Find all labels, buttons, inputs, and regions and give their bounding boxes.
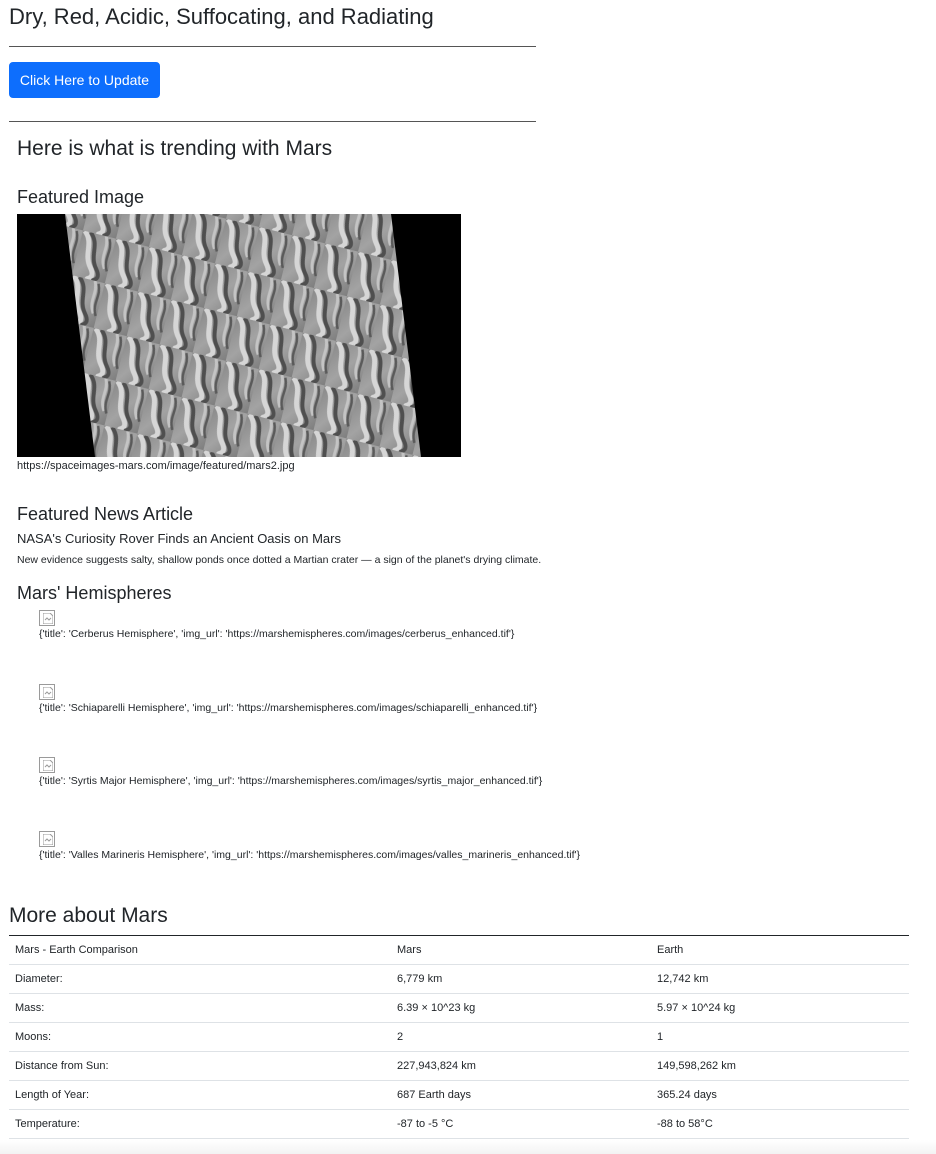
hemisphere-text: {'title': 'Cerberus Hemisphere', 'img_ur… [39, 628, 515, 640]
news-title: NASA's Curiosity Rover Finds an Ancient … [17, 531, 341, 546]
broken-image-icon [39, 610, 55, 626]
table-cell: -87 to -5 °C [391, 1109, 651, 1139]
table-cell: 6.39 × 10^23 kg [391, 993, 651, 1023]
page-title: Dry, Red, Acidic, Suffocating, and Radia… [9, 4, 434, 29]
news-teaser: New evidence suggests salty, shallow pon… [17, 554, 542, 566]
broken-image-icon [39, 831, 55, 847]
facts-title: More about Mars [9, 904, 168, 927]
table-cell: Mass: [9, 993, 391, 1023]
hemisphere-item: {'title': 'Cerberus Hemisphere', 'img_ur… [39, 610, 679, 650]
divider [9, 121, 536, 122]
featured-image-heading: Featured Image [17, 187, 145, 207]
hemisphere-item: {'title': 'Syrtis Major Hemisphere', 'im… [39, 757, 679, 797]
hemisphere-item: {'title': 'Schiaparelli Hemisphere', 'im… [39, 684, 679, 724]
table-cell: 2 [391, 1022, 651, 1052]
hemisphere-text: {'title': 'Schiaparelli Hemisphere', 'im… [39, 702, 538, 714]
featured-news-heading: Featured News Article [17, 504, 194, 524]
hemisphere-text: {'title': 'Syrtis Major Hemisphere', 'im… [39, 775, 543, 787]
table-cell: Earth [651, 935, 909, 965]
trending-title: Here is what is trending with Mars [17, 137, 333, 160]
table-cell: 149,598,262 km [651, 1051, 909, 1081]
table-cell: 5.97 × 10^24 kg [651, 993, 909, 1023]
table-row: Mass: 6.39 × 10^23 kg 5.97 × 10^24 kg [9, 993, 909, 1023]
table-cell: 227,943,824 km [391, 1051, 651, 1081]
table-cell: Distance from Sun: [9, 1051, 391, 1081]
table-row: Length of Year: 687 Earth days 365.24 da… [9, 1080, 909, 1110]
hemisphere-text: {'title': 'Valles Marineris Hemisphere',… [39, 849, 581, 861]
table-cell: Mars [391, 935, 651, 965]
update-button[interactable]: Click Here to Update [9, 62, 160, 98]
hemispheres-heading: Mars' Hemispheres [17, 583, 172, 603]
divider [9, 46, 536, 47]
featured-image [17, 214, 461, 457]
broken-image-icon [39, 684, 55, 700]
mars-earth-table: Mars - Earth Comparison Mars Earth Diame… [9, 935, 909, 1139]
table-row: Mars - Earth Comparison Mars Earth [9, 935, 909, 965]
table-row: Distance from Sun: 227,943,824 km 149,59… [9, 1051, 909, 1081]
table-cell: Temperature: [9, 1109, 391, 1139]
table-cell: Diameter: [9, 964, 391, 994]
table-cell: Length of Year: [9, 1080, 391, 1110]
table-cell: Moons: [9, 1022, 391, 1052]
bottom-fade [0, 1140, 936, 1154]
table-cell: -88 to 58°C [651, 1109, 909, 1139]
table-cell: 365.24 days [651, 1080, 909, 1110]
table-row: Diameter: 6,779 km 12,742 km [9, 964, 909, 994]
table-cell: Mars - Earth Comparison [9, 935, 391, 965]
broken-image-icon [39, 757, 55, 773]
page: Dry, Red, Acidic, Suffocating, and Radia… [0, 0, 936, 1154]
table-cell: 6,779 km [391, 964, 651, 994]
featured-image-url: https://spaceimages-mars.com/image/featu… [17, 460, 295, 472]
table-cell: 12,742 km [651, 964, 909, 994]
hemisphere-item: {'title': 'Valles Marineris Hemisphere',… [39, 831, 679, 871]
table-cell: 687 Earth days [391, 1080, 651, 1110]
mars-dunes-image [17, 214, 461, 457]
table-row: Moons: 2 1 [9, 1022, 909, 1052]
table-row: Temperature: -87 to -5 °C -88 to 58°C [9, 1109, 909, 1139]
table-cell: 1 [651, 1022, 909, 1052]
